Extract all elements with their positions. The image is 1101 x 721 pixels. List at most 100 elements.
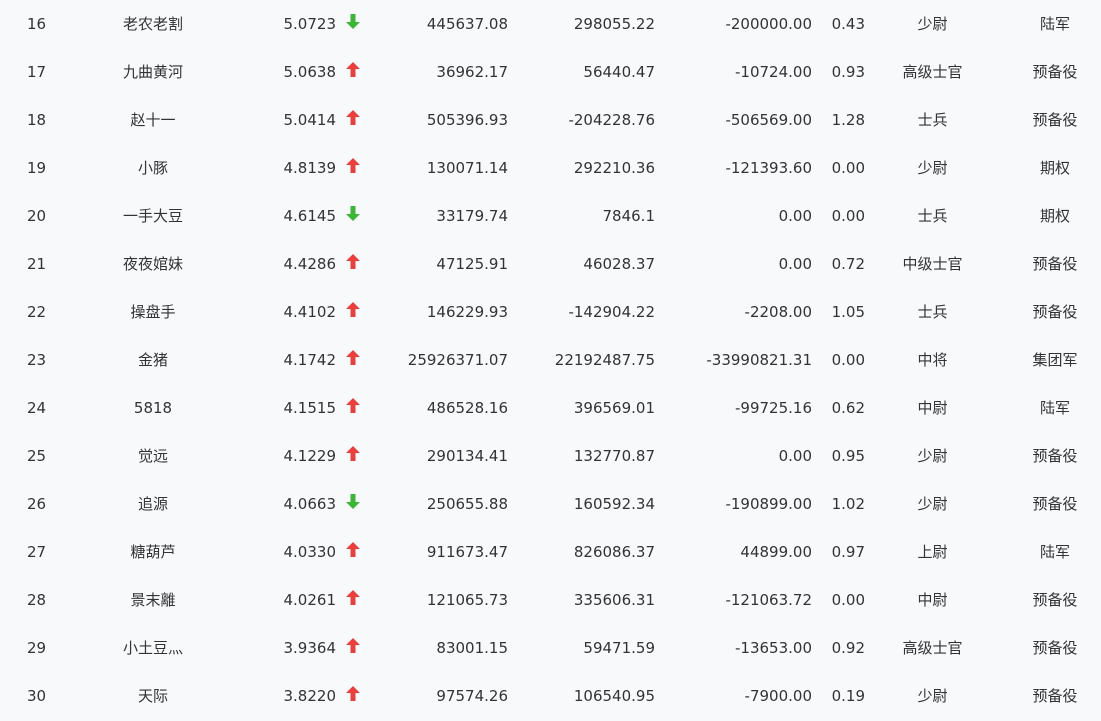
rank-title-cell: 高级士官	[902, 639, 963, 657]
value-cell: 121065.73	[426, 591, 508, 609]
ratio-cell: 4.4102	[283, 303, 337, 321]
user-name-link[interactable]: 一手大豆	[83, 185, 223, 233]
ratio-cell: 4.8139	[283, 159, 337, 177]
rate-cell: 0.72	[831, 255, 865, 273]
value-cell: -99725.16	[735, 399, 812, 417]
rank-cell: 29	[26, 639, 47, 657]
user-name-link[interactable]: 赵十一	[83, 89, 223, 137]
arrow-up-icon	[344, 137, 362, 185]
rank-title-cell: 士兵	[917, 303, 948, 321]
rank-cell: 23	[26, 351, 47, 369]
ratio-cell: 4.0663	[283, 495, 337, 513]
user-name-link[interactable]: 追源	[83, 473, 223, 521]
rank-cell: 22	[26, 303, 47, 321]
rank-cell: 27	[26, 543, 47, 561]
table-row: 30 天际 3.8220 97574.26 106540.95 -7900.00 0.19 少…	[0, 665, 1101, 713]
ratio-cell: 5.0638	[283, 63, 337, 81]
arrow-up-icon	[344, 665, 362, 713]
rank-title-cell: 士兵	[917, 207, 948, 225]
arrow-down-icon	[344, 473, 362, 521]
arrow-up-icon	[344, 281, 362, 329]
rank-cell: 24	[26, 399, 47, 417]
rate-cell: 1.05	[831, 303, 865, 321]
ratio-cell: 4.0261	[283, 591, 337, 609]
value-cell: -10724.00	[735, 63, 812, 81]
user-name-link[interactable]: 小豚	[83, 137, 223, 185]
rate-cell: 0.00	[831, 591, 865, 609]
rate-cell: 1.28	[831, 111, 865, 129]
user-name-link[interactable]: 老农老割	[83, 0, 223, 41]
value-cell: -190899.00	[725, 495, 812, 513]
user-name-link[interactable]: 夜夜婠妹	[83, 233, 223, 281]
rank-title-cell: 士兵	[917, 111, 948, 129]
rank-cell: 21	[26, 255, 47, 273]
value-cell: 486528.16	[426, 399, 508, 417]
value-cell: -7900.00	[744, 687, 812, 705]
rank-cell: 19	[26, 159, 47, 177]
value-cell: 106540.95	[573, 687, 655, 705]
value-cell: -200000.00	[725, 15, 812, 33]
value-cell: -2208.00	[744, 303, 812, 321]
rank-cell: 30	[26, 687, 47, 705]
table-row: 22 操盘手 4.4102 146229.93 -142904.22 -2208.00 1.…	[0, 281, 1101, 329]
rate-cell: 0.93	[831, 63, 865, 81]
team-cell: 期权	[1039, 159, 1070, 177]
arrow-down-icon	[344, 185, 362, 233]
team-cell: 集团军	[1032, 351, 1078, 369]
rate-cell: 0.43	[831, 15, 865, 33]
user-name-link[interactable]: 操盘手	[83, 281, 223, 329]
rank-title-cell: 少尉	[917, 159, 948, 177]
value-cell: -13653.00	[735, 639, 812, 657]
team-cell: 预备役	[1032, 447, 1078, 465]
user-name-link[interactable]: 金猪	[83, 329, 223, 377]
rate-cell: 0.62	[831, 399, 865, 417]
rank-cell: 17	[26, 63, 47, 81]
value-cell: 56440.47	[583, 63, 655, 81]
team-cell: 预备役	[1032, 303, 1078, 321]
user-name-link[interactable]: 天际	[83, 665, 223, 713]
rank-title-cell: 中级士官	[902, 255, 963, 273]
value-cell: -121063.72	[725, 591, 812, 609]
value-cell: 290134.41	[426, 447, 508, 465]
team-cell: 预备役	[1032, 639, 1078, 657]
user-name-link[interactable]: 5818	[83, 377, 223, 425]
table-row: 23 金猪 4.1742 25926371.07 22192487.75 -3399082…	[0, 329, 1101, 377]
rate-cell: 0.00	[831, 159, 865, 177]
table-row: 29 小土豆灬 3.9364 83001.15 59471.59 -13653.00 0.9…	[0, 617, 1101, 665]
user-name-link[interactable]: 觉远	[83, 425, 223, 473]
user-name-link[interactable]: 小土豆灬	[83, 617, 223, 665]
value-cell: 250655.88	[426, 495, 508, 513]
team-cell: 期权	[1039, 207, 1070, 225]
rate-cell: 0.00	[831, 207, 865, 225]
rank-cell: 25	[26, 447, 47, 465]
value-cell: 0.00	[778, 447, 812, 465]
rank-cell: 16	[26, 15, 47, 33]
table-row: 20 一手大豆 4.6145 33179.74 7846.1 0.00 0.00 士兵 期权	[0, 185, 1101, 233]
arrow-up-icon	[344, 89, 362, 137]
value-cell: 44899.00	[740, 543, 812, 561]
rank-cell: 26	[26, 495, 47, 513]
ratio-cell: 4.4286	[283, 255, 337, 273]
value-cell: 0.00	[778, 255, 812, 273]
value-cell: 298055.22	[573, 15, 655, 33]
team-cell: 陆军	[1039, 399, 1070, 417]
value-cell: 47125.91	[436, 255, 508, 273]
rank-cell: 28	[26, 591, 47, 609]
team-cell: 预备役	[1032, 111, 1078, 129]
team-cell: 预备役	[1032, 63, 1078, 81]
arrow-up-icon	[344, 521, 362, 569]
value-cell: -142904.22	[568, 303, 655, 321]
value-cell: 826086.37	[573, 543, 655, 561]
value-cell: 7846.1	[602, 207, 656, 225]
ratio-cell: 3.8220	[283, 687, 337, 705]
value-cell: 36962.17	[436, 63, 508, 81]
team-cell: 陆军	[1039, 543, 1070, 561]
value-cell: 396569.01	[573, 399, 655, 417]
user-name-link[interactable]: 糖葫芦	[83, 521, 223, 569]
table-row: 28 景末離 4.0261 121065.73 335606.31 -121063.72 0…	[0, 569, 1101, 617]
value-cell: 0.00	[778, 207, 812, 225]
arrow-up-icon	[344, 617, 362, 665]
user-name-link[interactable]: 九曲黄河	[83, 41, 223, 89]
user-name-link[interactable]: 景末離	[83, 569, 223, 617]
rank-title-cell: 少尉	[917, 15, 948, 33]
